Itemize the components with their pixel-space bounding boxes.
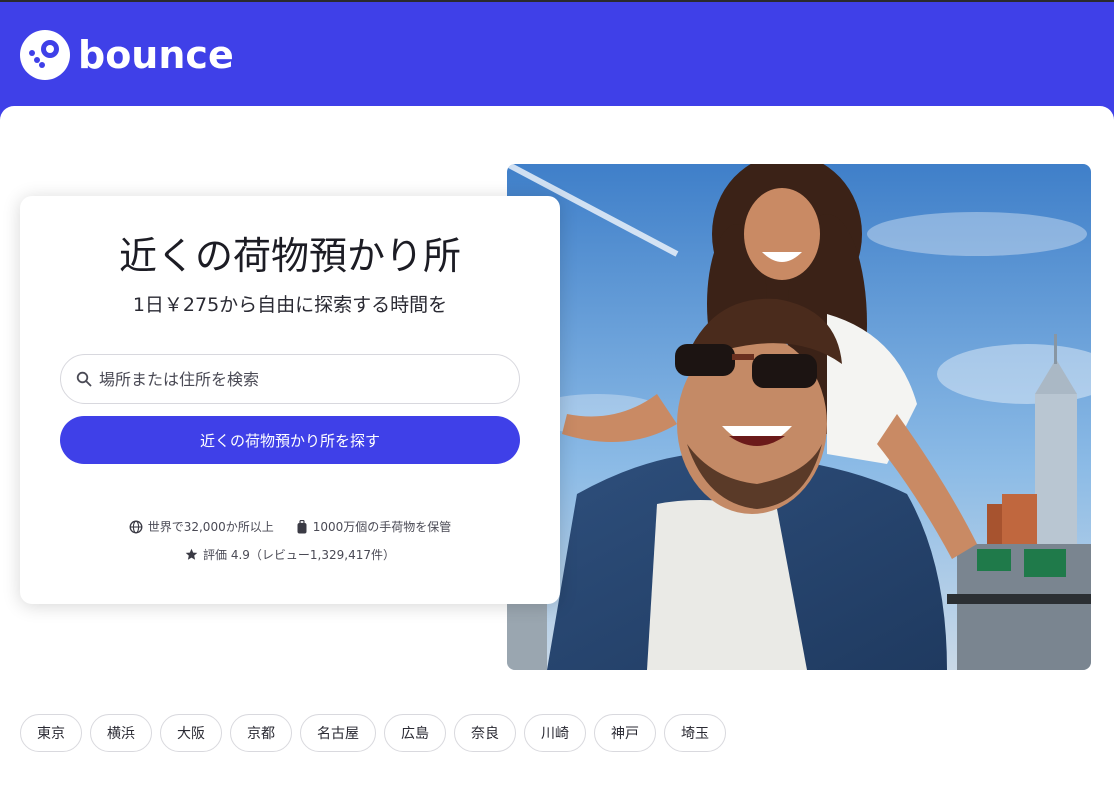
- search-field[interactable]: [60, 354, 520, 404]
- stats-row: 世界で32,000か所以上 1000万個の手荷物を保管: [20, 518, 560, 535]
- globe-icon: [129, 520, 143, 534]
- city-chip-kawasaki[interactable]: 川崎: [524, 714, 586, 752]
- city-chip-osaka[interactable]: 大阪: [160, 714, 222, 752]
- bounce-logo[interactable]: bounce: [20, 29, 234, 81]
- star-icon: [185, 548, 198, 561]
- search-icon: [75, 370, 93, 388]
- stat-rating-text: 評価 4.9（レビュー1,329,417件）: [203, 548, 395, 562]
- city-chip-hiroshima[interactable]: 広島: [384, 714, 446, 752]
- city-chips: 東京 横浜 大阪 京都 名古屋 広島 奈良 川崎 神戸 埼玉: [20, 714, 726, 752]
- site-header: bounce: [0, 2, 1114, 106]
- search-card: 近くの荷物預かり所 1日￥275から自由に探索する時間を 近くの荷物預かり所を探…: [20, 196, 560, 604]
- city-chip-saitama[interactable]: 埼玉: [664, 714, 726, 752]
- stat-bags-text: 1000万個の手荷物を保管: [312, 520, 452, 534]
- stat-bags: 1000万個の手荷物を保管: [296, 518, 452, 535]
- find-storage-button[interactable]: 近くの荷物預かり所を探す: [60, 416, 520, 464]
- page-title: 近くの荷物預かり所: [118, 234, 461, 278]
- city-chip-nara[interactable]: 奈良: [454, 714, 516, 752]
- city-chip-tokyo[interactable]: 東京: [20, 714, 82, 752]
- hero-photo: [507, 164, 1091, 670]
- stats-row-rating: 評価 4.9（レビュー1,329,417件）: [20, 546, 560, 563]
- luggage-icon: [296, 519, 308, 534]
- city-chip-kobe[interactable]: 神戸: [594, 714, 656, 752]
- stat-locations: 世界で32,000か所以上: [129, 518, 274, 535]
- page-subtitle: 1日￥275から自由に探索する時間を: [132, 294, 448, 316]
- city-chip-kyoto[interactable]: 京都: [230, 714, 292, 752]
- stat-locations-text: 世界で32,000か所以上: [147, 520, 274, 534]
- search-input[interactable]: [99, 369, 499, 389]
- main-content: 近くの荷物預かり所 1日￥275から自由に探索する時間を 近くの荷物預かり所を探…: [0, 106, 1114, 809]
- bounce-logo-icon: [20, 30, 70, 80]
- city-chip-yokohama[interactable]: 横浜: [90, 714, 152, 752]
- bounce-wordmark: bounce: [78, 33, 234, 77]
- city-chip-nagoya[interactable]: 名古屋: [300, 714, 376, 752]
- stat-rating: 評価 4.9（レビュー1,329,417件）: [185, 546, 395, 563]
